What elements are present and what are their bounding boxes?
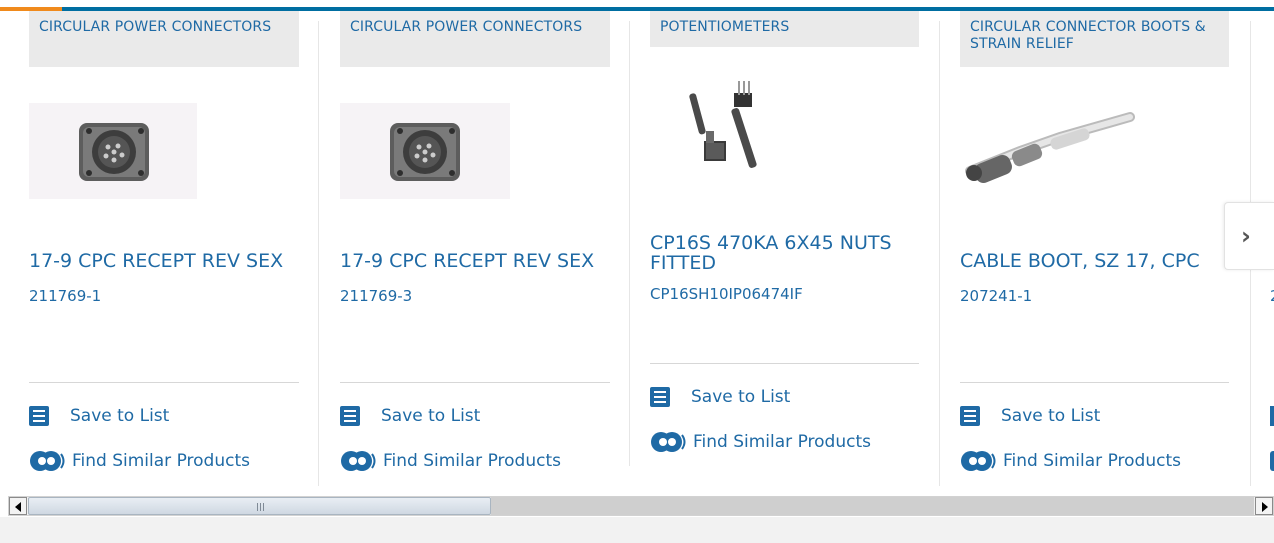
- category-label[interactable]: POTENTIOMETERS: [650, 11, 919, 47]
- divider: [960, 382, 1229, 383]
- divider: [29, 382, 299, 383]
- find-label: Find Similar Products: [72, 451, 250, 471]
- part-number[interactable]: 211769-1: [29, 287, 101, 305]
- divider: [650, 363, 919, 364]
- find-similar-button[interactable]: Find Similar Products: [340, 450, 561, 472]
- find-similar-icon: [961, 451, 996, 471]
- category-label[interactable]: CIRCULAR CONNECTOR BOOTS & STRAIN RELIEF: [960, 11, 1229, 67]
- category-label[interactable]: CIRCULAR POWER CONNECTORS: [340, 11, 610, 67]
- product-card: CIRCULAR POWER CONNECTORS 17-9 CPC RECEP…: [340, 11, 610, 486]
- find-label: Find Similar Products: [383, 451, 561, 471]
- save-to-list-button[interactable]: Save to List: [650, 387, 790, 407]
- scroll-right-button[interactable]: [1255, 497, 1273, 515]
- scrollbar-thumb[interactable]: [28, 497, 491, 515]
- find-similar-icon: [651, 432, 686, 452]
- product-image[interactable]: [340, 103, 510, 199]
- find-similar-icon: [1270, 451, 1274, 471]
- product-image[interactable]: [29, 103, 197, 199]
- product-card: CIRCULAR CONNECTOR BOOTS & STRAIN RELIEF…: [960, 11, 1229, 486]
- connector-image-icon: [79, 123, 149, 181]
- product-image[interactable]: [680, 69, 790, 184]
- save-label: Save to List: [381, 406, 481, 426]
- product-title[interactable]: 17-9 CPC RECEPT REV SEX: [29, 251, 299, 271]
- list-icon: [29, 406, 49, 426]
- product-title[interactable]: CABLE BOOT, SZ 17, CPC: [960, 251, 1229, 271]
- product-card: CIRCULAR POWER CONNECTORS 17-9 CPC RECEP…: [29, 11, 299, 486]
- find-similar-button[interactable]: Find Similar Products: [29, 450, 250, 472]
- find-label: Find Similar Products: [1003, 451, 1181, 471]
- product-image[interactable]: [960, 103, 1135, 193]
- part-number[interactable]: 2: [1270, 287, 1274, 305]
- potentiometer-image-icon: [689, 81, 757, 168]
- product-card: POTENTIOMETERS CP16S 470KA 6X45 NUTS FIT…: [650, 11, 919, 486]
- right-arrow-icon: [1262, 502, 1268, 512]
- card-divider: [939, 21, 940, 486]
- save-label: Save to List: [70, 406, 170, 426]
- part-number[interactable]: 207241-1: [960, 287, 1032, 305]
- find-label: Find Similar Products: [693, 432, 871, 452]
- save-label: Save to List: [691, 387, 791, 407]
- horizontal-scrollbar[interactable]: [8, 496, 1274, 516]
- scroll-left-button[interactable]: [9, 497, 27, 515]
- product-title[interactable]: 17-9 CPC RECEPT REV SEX: [340, 251, 610, 271]
- save-label: Save to List: [1001, 406, 1101, 426]
- left-arrow-icon: [15, 502, 21, 512]
- list-icon: [650, 387, 670, 407]
- category-label[interactable]: CIRCULAR POWER CONNECTORS: [29, 11, 299, 67]
- list-icon: [1270, 406, 1274, 426]
- scrollbar-track[interactable]: [491, 497, 1254, 515]
- find-similar-icon: [30, 451, 65, 471]
- divider: [340, 382, 610, 383]
- footer-area: [0, 517, 1274, 543]
- list-icon: [960, 406, 980, 426]
- cable-boot-image-icon: [965, 112, 1135, 183]
- save-to-list-button[interactable]: Save to List: [340, 406, 480, 426]
- card-divider: [629, 21, 630, 466]
- product-carousel: CIRCULAR POWER CONNECTORS 17-9 CPC RECEP…: [0, 11, 1274, 493]
- list-icon: [340, 406, 360, 426]
- product-title[interactable]: CP16S 470KA 6X45 NUTS FITTED: [650, 233, 919, 273]
- find-similar-button[interactable]: Find Similar Products: [650, 431, 871, 453]
- connector-image-icon: [390, 123, 460, 181]
- find-similar-icon: [341, 451, 376, 471]
- part-number[interactable]: CP16SH10IP06474IF: [650, 285, 803, 303]
- save-to-list-button[interactable]: Save to List: [960, 406, 1100, 426]
- find-similar-button[interactable]: Find Similar Products: [960, 450, 1181, 472]
- part-number[interactable]: 211769-3: [340, 287, 412, 305]
- chevron-right-icon: ›: [1241, 222, 1251, 250]
- save-to-list-button[interactable]: Save to List: [29, 406, 169, 426]
- carousel-next-button[interactable]: ›: [1224, 202, 1274, 270]
- card-divider: [318, 21, 319, 486]
- grip-icon: [257, 503, 266, 511]
